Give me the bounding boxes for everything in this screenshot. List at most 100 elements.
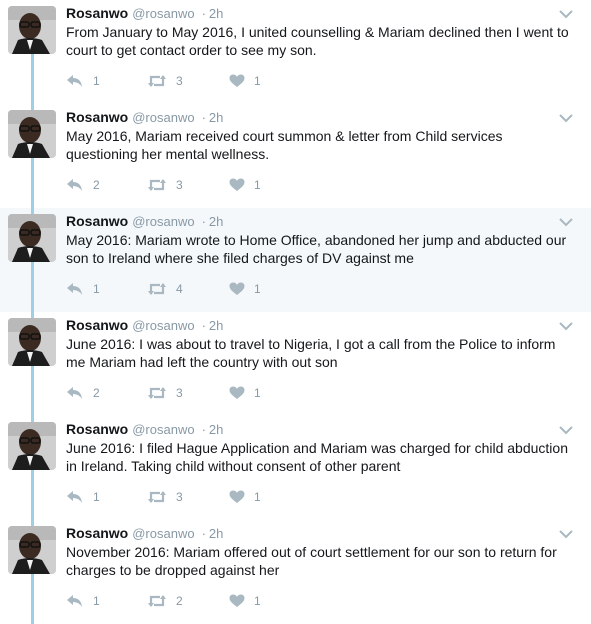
like-count: 1 xyxy=(254,490,261,504)
reply-button[interactable]: 1 xyxy=(66,488,100,506)
handle[interactable]: @rosanwo xyxy=(132,422,194,437)
display-name[interactable]: Rosanwo xyxy=(66,213,128,229)
tweet[interactable]: Rosanwo @rosanwo · 2h June 2016: I filed Ha… xyxy=(0,416,591,520)
reply-icon xyxy=(66,490,84,504)
like-button[interactable]: 1 xyxy=(229,592,261,610)
like-button[interactable]: 1 xyxy=(229,176,261,194)
display-name[interactable]: Rosanwo xyxy=(66,525,128,541)
retweet-icon xyxy=(147,282,167,296)
reply-count: 1 xyxy=(93,74,100,88)
reply-icon xyxy=(66,386,84,400)
retweet-icon xyxy=(147,490,167,504)
reply-count: 1 xyxy=(93,490,100,504)
heart-icon xyxy=(229,490,245,504)
retweet-icon xyxy=(147,386,167,400)
tweet-header: Rosanwo @rosanwo · 2h xyxy=(66,421,223,439)
retweet-count: 3 xyxy=(176,178,183,192)
chevron-down-icon[interactable] xyxy=(559,318,573,331)
reply-count: 1 xyxy=(93,594,100,608)
avatar[interactable] xyxy=(8,526,56,574)
retweet-button[interactable]: 3 xyxy=(147,176,183,194)
display-name[interactable]: Rosanwo xyxy=(66,109,128,125)
tweet-header: Rosanwo @rosanwo · 2h xyxy=(66,213,223,231)
reply-icon xyxy=(66,282,84,296)
like-count: 1 xyxy=(254,594,261,608)
tweet-text: May 2016, Mariam received court summon &… xyxy=(66,128,503,162)
handle[interactable]: @rosanwo xyxy=(132,110,194,125)
reply-button[interactable]: 1 xyxy=(66,592,100,610)
retweet-icon xyxy=(147,178,167,192)
reply-button[interactable]: 2 xyxy=(66,176,100,194)
retweet-button[interactable]: 3 xyxy=(147,72,183,90)
display-name[interactable]: Rosanwo xyxy=(66,421,128,437)
thread-line xyxy=(31,54,34,104)
handle[interactable]: @rosanwo xyxy=(132,214,194,229)
tweet-text: June 2016: I filed Hague Application and… xyxy=(66,440,568,474)
reply-button[interactable]: 1 xyxy=(66,72,100,90)
heart-icon xyxy=(229,386,245,400)
avatar[interactable] xyxy=(8,6,56,54)
tweet-text: June 2016: I was about to travel to Nige… xyxy=(66,336,556,370)
retweet-icon xyxy=(147,74,167,88)
thread-line xyxy=(31,574,34,624)
timestamp[interactable]: 2h xyxy=(209,318,223,333)
heart-icon xyxy=(229,594,245,608)
tweet[interactable]: Rosanwo @rosanwo · 2h June 2016: I was abou… xyxy=(0,312,591,416)
like-button[interactable]: 1 xyxy=(229,72,261,90)
retweet-count: 3 xyxy=(176,386,183,400)
chevron-down-icon[interactable] xyxy=(559,110,573,123)
separator-dot: · xyxy=(201,422,206,437)
handle[interactable]: @rosanwo xyxy=(132,6,194,21)
tweet[interactable]: Rosanwo @rosanwo · 2h May 2016: Mariam wrot… xyxy=(0,208,591,312)
tweet-header: Rosanwo @rosanwo · 2h xyxy=(66,109,223,127)
tweet[interactable]: Rosanwo @rosanwo · 2h November 2016: Mariam… xyxy=(0,520,591,624)
avatar[interactable] xyxy=(8,318,56,366)
like-button[interactable]: 1 xyxy=(229,488,261,506)
timestamp[interactable]: 2h xyxy=(209,422,223,437)
reply-icon xyxy=(66,594,84,608)
separator-dot: · xyxy=(201,6,206,21)
reply-count: 2 xyxy=(93,386,100,400)
reply-count: 1 xyxy=(93,282,100,296)
reply-icon xyxy=(66,74,84,88)
avatar[interactable] xyxy=(8,422,56,470)
handle[interactable]: @rosanwo xyxy=(132,318,194,333)
heart-icon xyxy=(229,282,245,296)
reply-button[interactable]: 1 xyxy=(66,280,100,298)
timestamp[interactable]: 2h xyxy=(209,214,223,229)
like-button[interactable]: 1 xyxy=(229,384,261,402)
like-count: 1 xyxy=(254,386,261,400)
separator-dot: · xyxy=(201,110,206,125)
tweet[interactable]: Rosanwo @rosanwo · 2h From January to May 2… xyxy=(0,0,591,104)
retweet-button[interactable]: 4 xyxy=(147,280,183,298)
timestamp[interactable]: 2h xyxy=(209,110,223,125)
chevron-down-icon[interactable] xyxy=(559,422,573,435)
chevron-down-icon[interactable] xyxy=(559,6,573,19)
tweet-header: Rosanwo @rosanwo · 2h xyxy=(66,317,223,335)
like-button[interactable]: 1 xyxy=(229,280,261,298)
thread-line xyxy=(31,366,34,416)
chevron-down-icon[interactable] xyxy=(559,526,573,539)
retweet-count: 3 xyxy=(176,490,183,504)
handle[interactable]: @rosanwo xyxy=(132,526,194,541)
reply-count: 2 xyxy=(93,178,100,192)
chevron-down-icon[interactable] xyxy=(559,214,573,227)
avatar[interactable] xyxy=(8,214,56,262)
tweet[interactable]: Rosanwo @rosanwo · 2h May 2016, Mariam rece… xyxy=(0,104,591,208)
retweet-button[interactable]: 3 xyxy=(147,384,183,402)
separator-dot: · xyxy=(201,318,206,333)
separator-dot: · xyxy=(201,526,206,541)
display-name[interactable]: Rosanwo xyxy=(66,317,128,333)
reply-button[interactable]: 2 xyxy=(66,384,100,402)
retweet-button[interactable]: 2 xyxy=(147,592,183,610)
retweet-button[interactable]: 3 xyxy=(147,488,183,506)
tweet-text: May 2016: Mariam wrote to Home Office, a… xyxy=(66,232,567,266)
retweet-count: 3 xyxy=(176,74,183,88)
display-name[interactable]: Rosanwo xyxy=(66,5,128,21)
tweet-header: Rosanwo @rosanwo · 2h xyxy=(66,525,223,543)
retweet-count: 2 xyxy=(176,594,183,608)
avatar[interactable] xyxy=(8,110,56,158)
timestamp[interactable]: 2h xyxy=(209,6,223,21)
timestamp[interactable]: 2h xyxy=(209,526,223,541)
like-count: 1 xyxy=(254,282,261,296)
